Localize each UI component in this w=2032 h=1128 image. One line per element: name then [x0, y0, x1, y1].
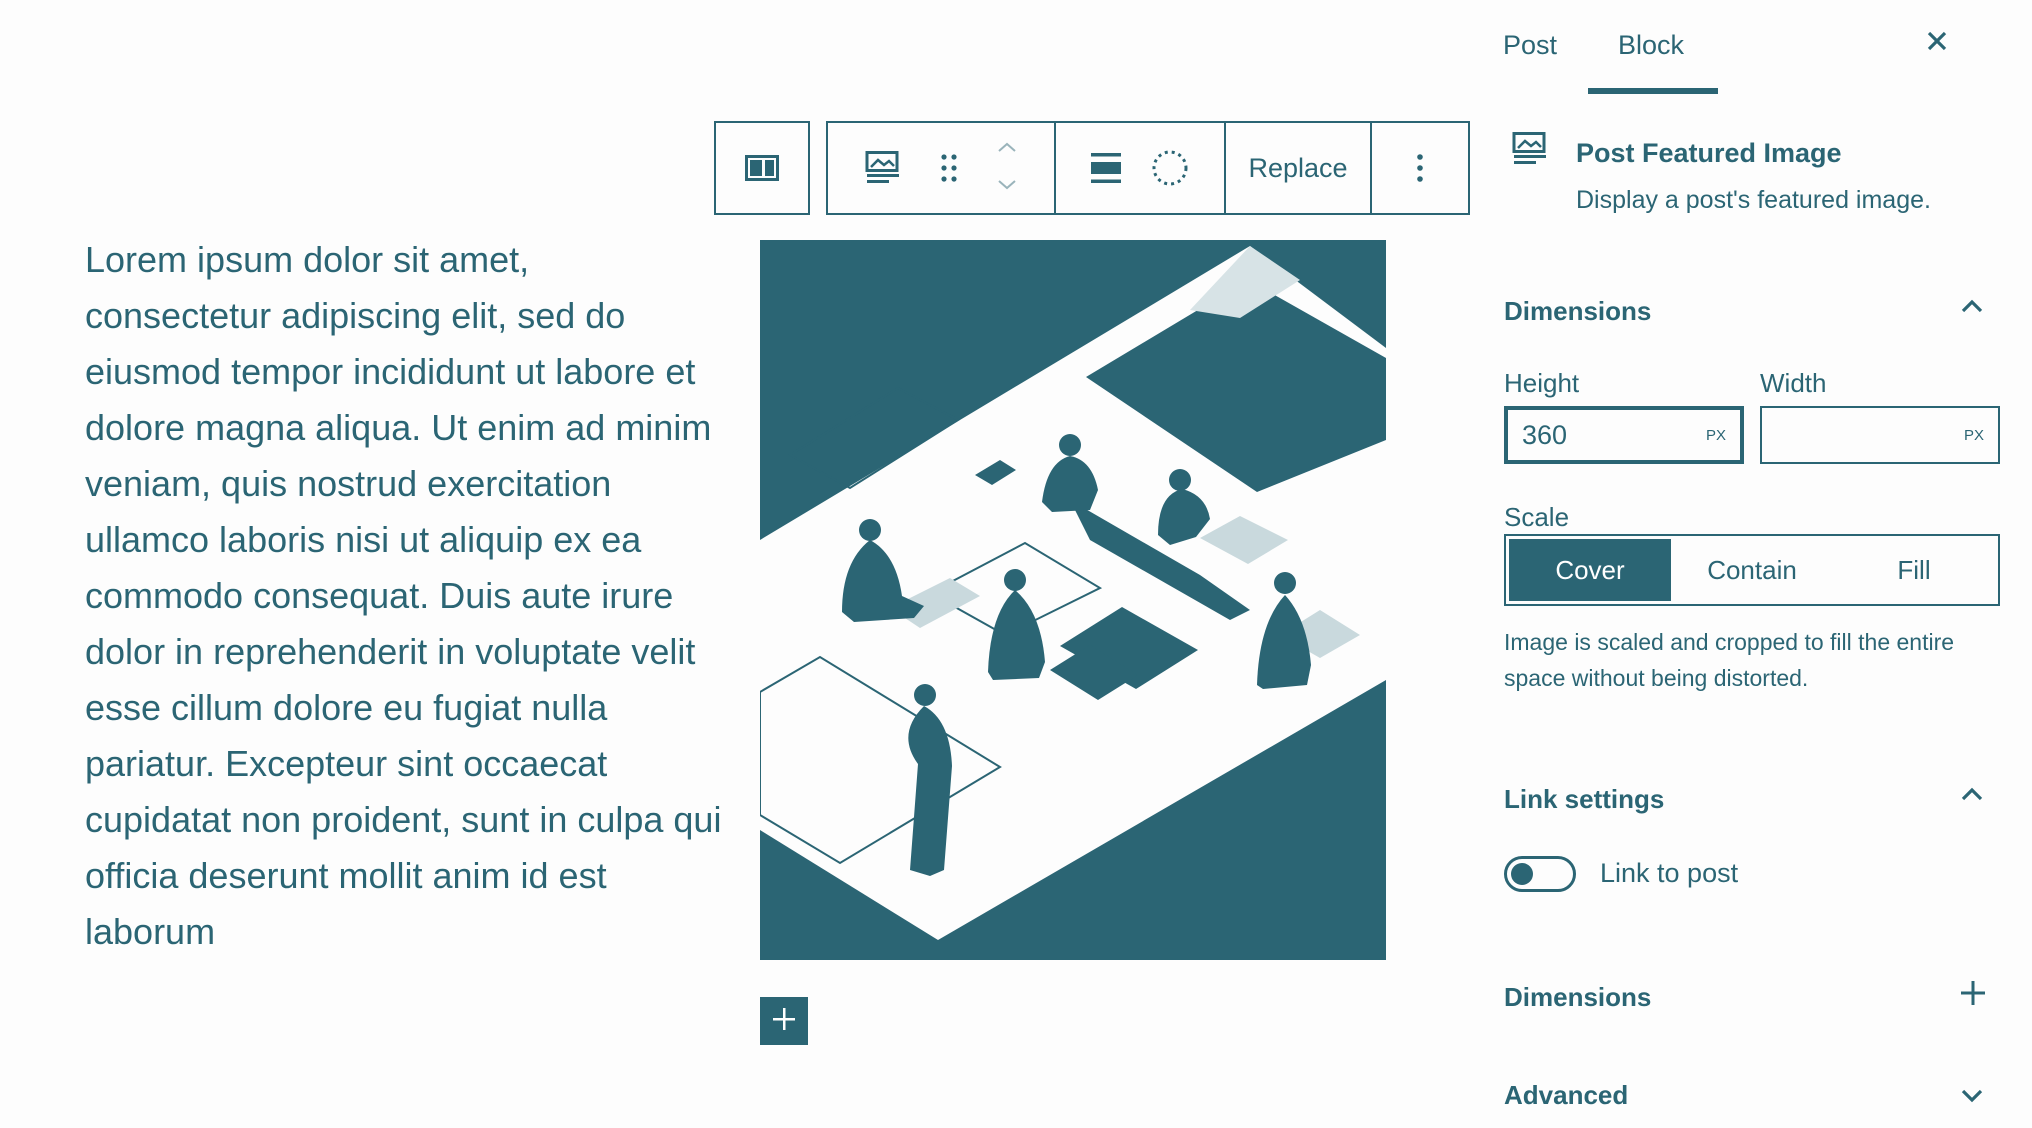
block-movers	[997, 140, 1017, 196]
scale-label: Scale	[1504, 502, 1570, 532]
chevron-up-icon[interactable]	[1960, 786, 1984, 807]
block-card-description: Display a post's featured image.	[1576, 186, 1931, 214]
link-to-post-label[interactable]: Link to post	[1600, 858, 1738, 889]
width-label: Width	[1760, 368, 1827, 398]
chevron-up-icon[interactable]	[1960, 298, 1984, 319]
sidebar-tabs: Post Block	[1490, 0, 2032, 96]
width-unit[interactable]: PX	[1964, 427, 1984, 444]
chevron-down-icon[interactable]	[1960, 1088, 1984, 1109]
settings-sidebar: Post Block Post Featured Image Display a…	[1490, 0, 2032, 1128]
height-input[interactable]	[1522, 419, 1672, 451]
dimensions-panel-title[interactable]: Dimensions	[1504, 296, 1651, 327]
post-featured-image-icon[interactable]	[865, 151, 901, 185]
drag-handle-icon[interactable]	[940, 153, 958, 183]
scale-option-contain[interactable]: Contain	[1671, 539, 1833, 601]
height-field[interactable]: PX	[1504, 406, 1744, 464]
scale-toggle-group: Cover Contain Fill	[1504, 534, 2000, 606]
block-card-title: Post Featured Image	[1576, 138, 1842, 168]
width-field[interactable]: PX	[1760, 406, 2000, 464]
plus-icon[interactable]	[1960, 980, 1986, 1011]
duotone-circle-icon[interactable]	[1151, 149, 1189, 187]
post-featured-image-icon	[1512, 132, 1548, 171]
advanced-panel-title[interactable]: Advanced	[1504, 1080, 1628, 1111]
more-vertical-icon	[1416, 153, 1424, 183]
active-tab-indicator	[1588, 88, 1718, 94]
block-toolbar-switcher-group	[828, 123, 1056, 213]
link-settings-panel-title[interactable]: Link settings	[1504, 784, 1664, 815]
dimensions-panel-2-title[interactable]: Dimensions	[1504, 982, 1651, 1013]
toggle-knob	[1511, 863, 1533, 885]
editor-canvas: Lorem ipsum dolor sit amet, consectetur …	[0, 0, 2032, 1128]
plus-icon	[772, 1007, 796, 1036]
height-label: Height	[1504, 368, 1580, 398]
tab-block[interactable]: Block	[1618, 30, 1684, 61]
chevron-up-icon[interactable]	[997, 140, 1017, 158]
featured-image[interactable]	[760, 240, 1386, 960]
block-options-button[interactable]	[1372, 123, 1468, 213]
scale-option-fill[interactable]: Fill	[1833, 539, 1995, 601]
close-icon[interactable]	[1926, 30, 1948, 57]
replace-label: Replace	[1248, 152, 1348, 183]
height-unit[interactable]: PX	[1706, 427, 1726, 444]
add-block-button[interactable]	[760, 997, 808, 1045]
tab-post[interactable]: Post	[1503, 30, 1557, 61]
replace-button[interactable]: Replace	[1226, 123, 1372, 213]
block-toolbar-style-group	[1056, 123, 1226, 213]
paragraph-block[interactable]: Lorem ipsum dolor sit amet, consectetur …	[85, 232, 725, 960]
scale-option-cover[interactable]: Cover	[1509, 539, 1671, 601]
width-input[interactable]	[1776, 419, 1926, 451]
office-illustration	[760, 240, 1386, 960]
media-text-icon	[745, 155, 779, 181]
select-parent-block-button[interactable]	[714, 121, 810, 215]
align-wide-icon[interactable]	[1091, 153, 1121, 183]
link-to-post-toggle[interactable]	[1504, 856, 1576, 892]
chevron-down-icon[interactable]	[997, 178, 1017, 196]
scale-help-text: Image is scaled and cropped to fill the …	[1504, 629, 1955, 691]
block-toolbar: Replace	[826, 121, 1470, 215]
